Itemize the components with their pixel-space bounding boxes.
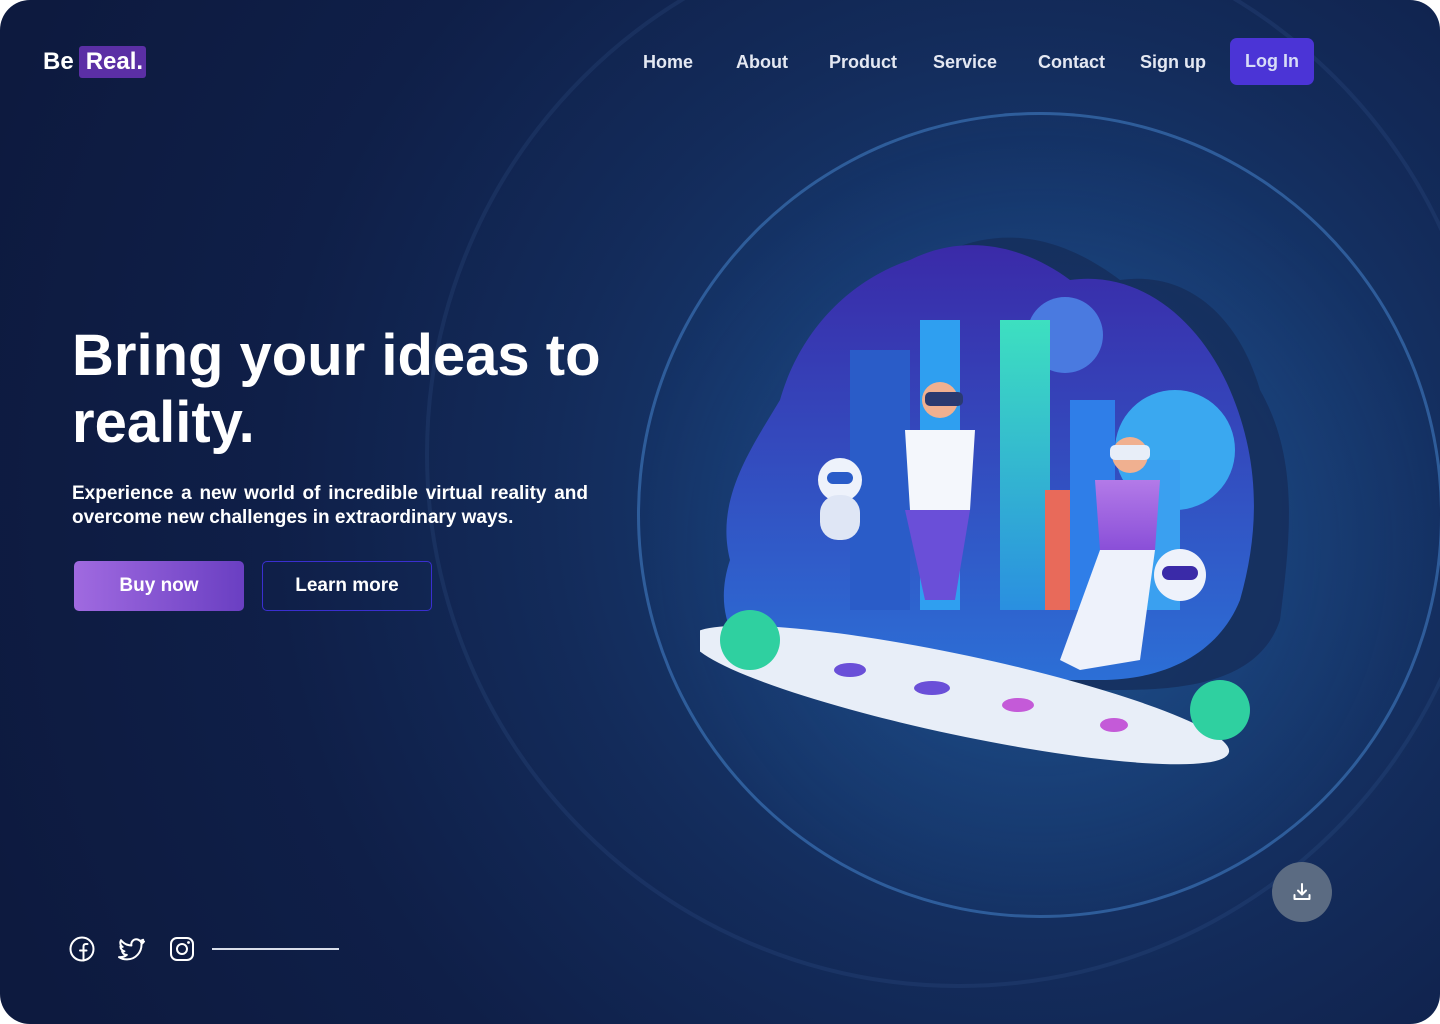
twitter-icon[interactable] <box>118 935 146 963</box>
nav-item-about[interactable]: About <box>736 52 788 73</box>
hero-title: Bring your ideas to reality. <box>72 323 601 455</box>
vr-city-illustration <box>700 237 1289 765</box>
facebook-icon[interactable] <box>68 935 96 963</box>
nav-item-home[interactable]: Home <box>643 52 693 73</box>
nav-item-signup[interactable]: Sign up <box>1140 52 1206 73</box>
nav-item-contact[interactable]: Contact <box>1038 52 1105 73</box>
social-divider-line <box>212 948 339 950</box>
learn-more-button[interactable]: Learn more <box>262 561 432 611</box>
social-links <box>68 935 339 963</box>
buy-now-button[interactable]: Buy now <box>74 561 244 611</box>
nav-item-service[interactable]: Service <box>933 52 997 73</box>
download-button[interactable] <box>1272 862 1332 922</box>
login-button[interactable]: Log In <box>1230 38 1314 85</box>
hero-subtitle: Experience a new world of incredible vir… <box>72 483 588 528</box>
nav-item-product[interactable]: Product <box>829 52 897 73</box>
download-icon <box>1293 883 1311 900</box>
main-nav: Home About Product Service Contact Sign … <box>0 38 1440 86</box>
instagram-icon[interactable] <box>168 935 196 963</box>
landing-page: Be Real. Home About Product Service Cont… <box>0 0 1440 1024</box>
